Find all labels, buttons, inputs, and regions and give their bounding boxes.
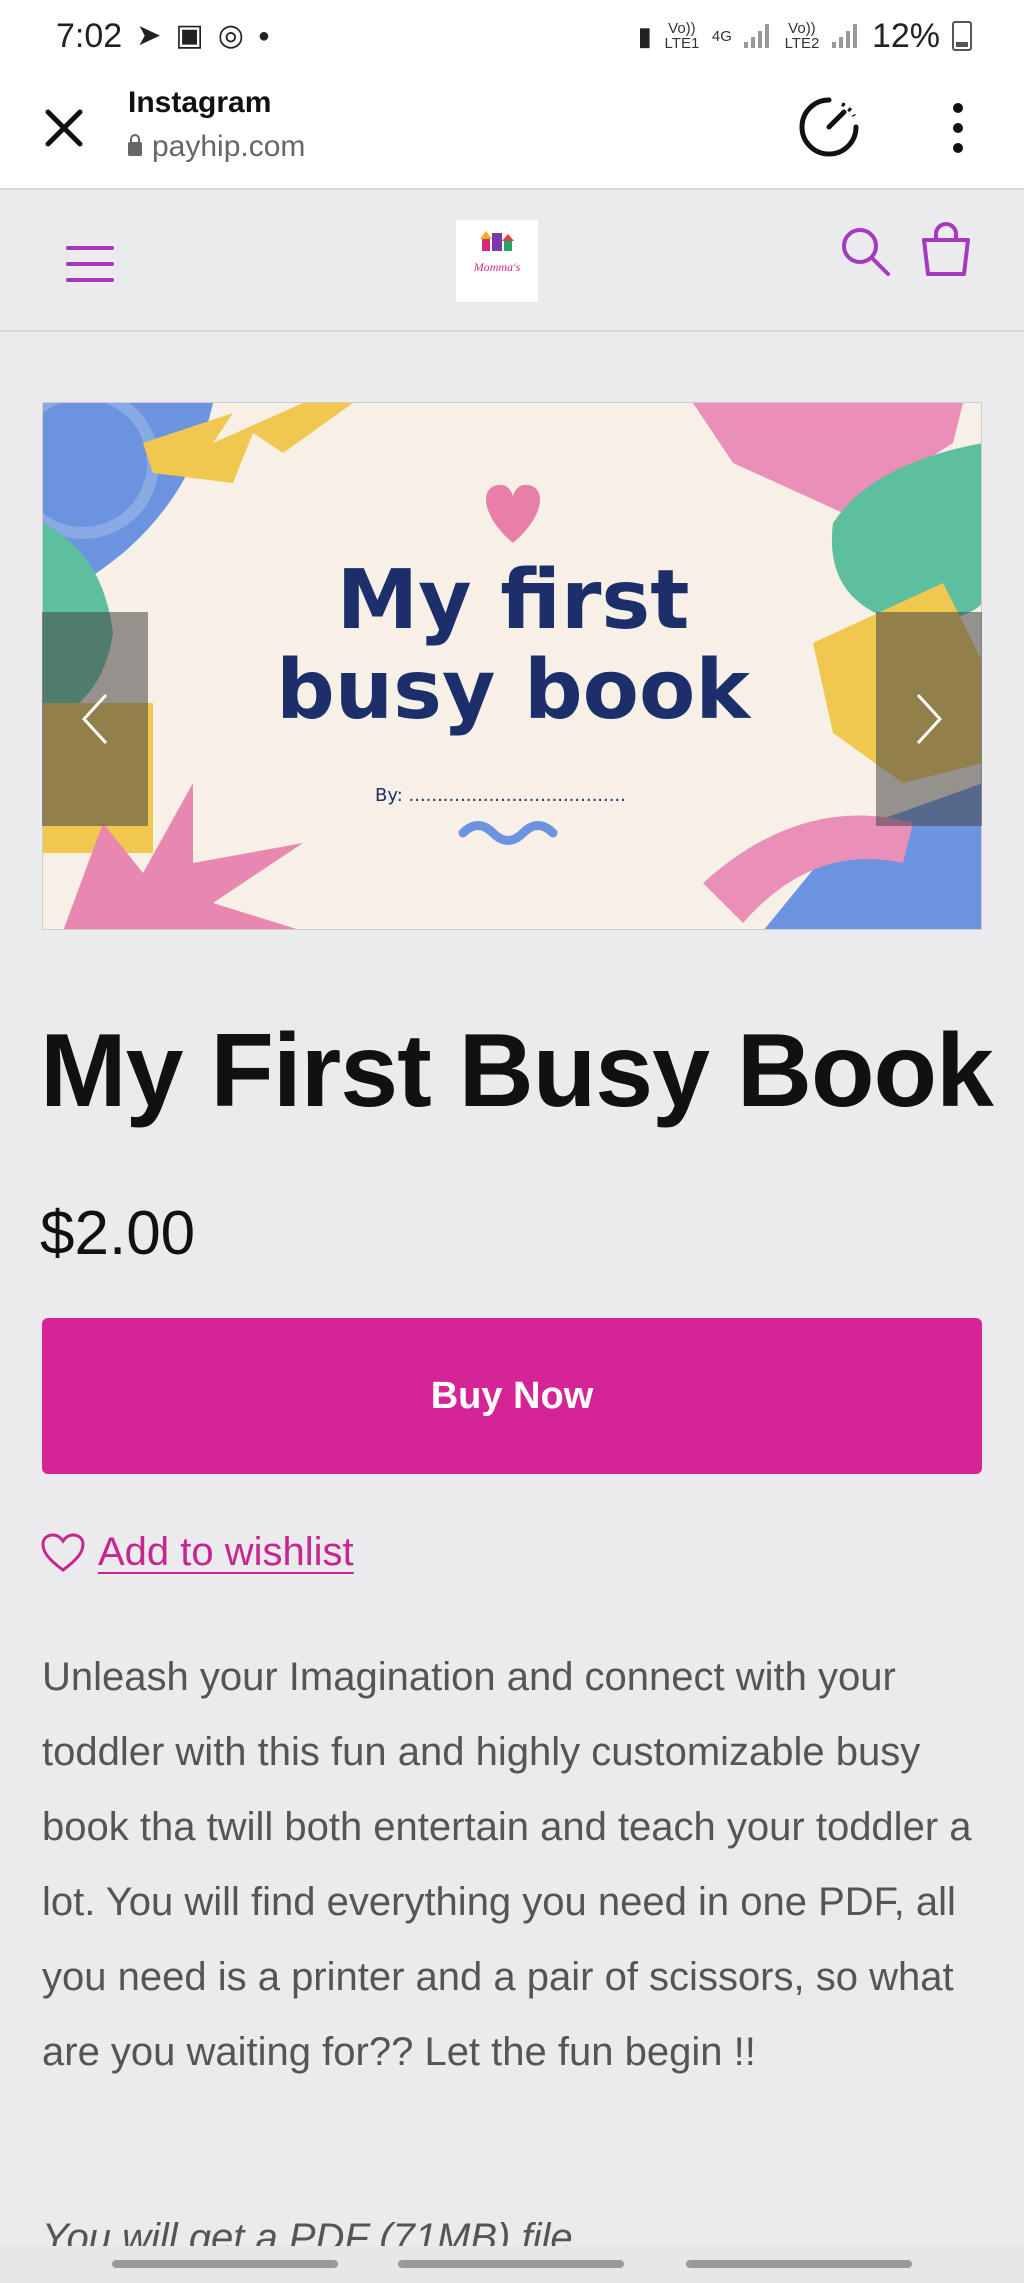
signal-2-icon [831,24,860,48]
carousel-prev-button[interactable] [42,612,148,826]
nav-home-button[interactable] [398,2260,624,2268]
cover-line-1: My first [337,553,690,648]
hamburger-menu-icon[interactable] [66,244,114,284]
add-to-wishlist-link[interactable]: Add to wishlist [40,1530,354,1575]
nav-recent-button[interactable] [112,2260,338,2268]
product-price: $2.00 [40,1199,196,1268]
product-description: Unleash your Imagination and connect wit… [42,1655,972,2074]
whatsapp-icon: ◎ [217,19,244,52]
product-image-carousel[interactable]: My first busy book By: .................… [42,402,982,930]
nav-back-button[interactable] [686,2260,912,2268]
logo-mark: Momma's [473,231,521,274]
close-icon[interactable] [40,104,88,152]
chevron-left-icon [81,693,108,745]
product-title: My First Busy Book [40,1013,994,1129]
battery-percent: 12% [871,16,940,55]
heart-icon [41,1532,85,1572]
site-header: Momma's [0,190,1024,332]
site-logo[interactable]: Momma's [456,220,538,302]
system-nav-bar [0,2246,1024,2283]
speedometer-icon[interactable] [796,94,862,160]
browser-url[interactable]: payhip.com [128,130,305,164]
browser-url-text: payhip.com [152,130,306,163]
notification-dot-icon: ● [257,25,270,47]
sim-icon: ▮ [637,21,652,51]
buy-now-button[interactable]: Buy Now [42,1318,982,1474]
status-bar: 7:02 ➤ ▣ ◎ ● ▮ Vo)) LTE1 4G Vo)) LTE2 12… [0,0,1024,72]
chevron-right-icon [916,693,943,745]
wishlist-label: Add to wishlist [98,1530,354,1574]
telegram-icon: ➤ [136,19,162,52]
lte2-label: Vo)) LTE2 [784,20,820,52]
product-cover-image: My first busy book By: .................… [43,403,981,929]
gallery-icon: ▣ [175,19,204,52]
shopping-bag-icon[interactable] [918,222,974,278]
status-left: 7:02 ➤ ▣ ◎ ● [56,17,270,56]
browser-title: Instagram [128,86,272,119]
file-note: You will get a PDF (71MB) file [42,2216,573,2250]
battery-icon [952,21,972,51]
network-type-label: 4G [711,27,732,45]
carousel-next-button[interactable] [876,612,982,826]
browser-bar: Instagram payhip.com [0,72,1024,190]
status-right: ▮ Vo)) LTE1 4G Vo)) LTE2 12% [638,17,972,56]
cover-by-label: By: ....................................… [375,785,626,806]
search-icon[interactable] [840,226,892,278]
more-options-icon[interactable] [946,102,970,154]
signal-1-icon [743,24,772,48]
cover-line-2: busy book [276,643,752,738]
lte1-label: Vo)) LTE1 [664,20,700,52]
logo-text: Momma's [473,260,521,274]
lock-icon [128,134,142,156]
status-time: 7:02 [56,16,123,55]
